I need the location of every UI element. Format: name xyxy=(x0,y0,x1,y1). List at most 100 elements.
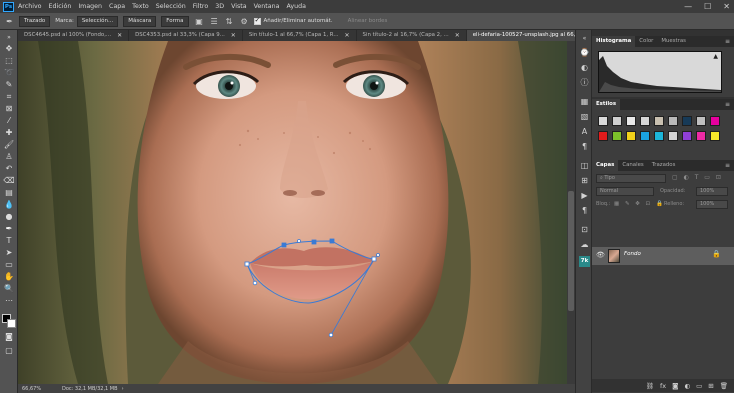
eraser-tool-icon[interactable]: ⌫ xyxy=(3,176,15,186)
type-tool-icon[interactable]: T xyxy=(3,236,15,246)
rectangle-tool-icon[interactable]: ▭ xyxy=(3,260,15,270)
menu-texto[interactable]: Texto xyxy=(132,3,149,10)
menu-imagen[interactable]: Imagen xyxy=(78,3,102,10)
visibility-eye-icon[interactable]: 👁 xyxy=(596,251,605,259)
style-swatch[interactable] xyxy=(682,116,692,126)
style-swatch[interactable] xyxy=(626,131,636,141)
paragraph-icon[interactable]: ¶ xyxy=(579,141,590,152)
menu-vista[interactable]: Vista xyxy=(231,3,247,10)
gear-icon[interactable]: ⚙ xyxy=(239,16,250,27)
close-icon[interactable]: ✕ xyxy=(345,30,350,41)
style-swatch[interactable] xyxy=(696,131,706,141)
style-swatch[interactable] xyxy=(626,116,636,126)
link-layers-icon[interactable]: ⛓ xyxy=(646,382,654,390)
tab-muestras[interactable]: Muestras xyxy=(657,36,690,47)
style-swatch[interactable] xyxy=(696,116,706,126)
new-group-icon[interactable]: ▭ xyxy=(696,382,702,390)
background-color-swatch[interactable] xyxy=(7,319,16,328)
info-icon[interactable]: ⓘ xyxy=(579,77,590,88)
path-selection-tool-icon[interactable]: ➤ xyxy=(3,248,15,258)
path-alignment-icon[interactable]: ☰ xyxy=(209,16,220,27)
tab-histograma[interactable]: Histograma xyxy=(592,36,636,47)
style-swatch[interactable] xyxy=(640,131,650,141)
add-mask-icon[interactable]: ◙ xyxy=(672,382,678,390)
layer-comps-icon[interactable]: ◫ xyxy=(579,160,590,171)
selection-button[interactable]: Selección... xyxy=(76,15,119,27)
tab-estilos[interactable]: Estilos xyxy=(592,99,621,110)
style-swatch[interactable] xyxy=(612,116,622,126)
close-icon[interactable]: ✕ xyxy=(231,30,236,41)
minimize-icon[interactable]: — xyxy=(684,2,692,11)
gradient-tool-icon[interactable]: ▤ xyxy=(3,188,15,198)
path-operations-icon[interactable]: ▣ xyxy=(194,16,205,27)
blur-tool-icon[interactable]: 💧 xyxy=(3,200,15,210)
tab-sin-titulo-1[interactable]: Sin título-1 al 66,7% (Capa 1, R... ✕ xyxy=(243,30,357,41)
layer-name[interactable]: Fondo xyxy=(624,251,641,257)
zoom-level[interactable]: 66,67% xyxy=(22,386,62,392)
path-arrangement-icon[interactable]: ⇅ xyxy=(224,16,235,27)
hand-tool-icon[interactable]: ✋ xyxy=(3,272,15,282)
style-swatch[interactable] xyxy=(598,116,608,126)
opacity-field[interactable]: 100% xyxy=(696,187,728,196)
move-tool-icon[interactable]: ✥ xyxy=(3,44,15,54)
clone-stamp-tool-icon[interactable]: ♙ xyxy=(3,152,15,162)
panel-menu-icon[interactable]: ≡ xyxy=(725,36,730,47)
trash-icon[interactable]: 🗑 xyxy=(720,382,728,390)
scroll-thumb[interactable] xyxy=(568,191,574,311)
zoom-tool-icon[interactable]: 🔍 xyxy=(3,284,15,294)
tab-dsc4353[interactable]: DSC4353.psd al 33,3% (Capa 9... ✕ xyxy=(129,30,243,41)
lasso-tool-icon[interactable]: ➰ xyxy=(3,68,15,78)
new-layer-icon[interactable]: ⊞ xyxy=(708,382,713,390)
auto-add-delete-checkbox[interactable] xyxy=(253,16,261,25)
frame-tool-icon[interactable]: ⊠ xyxy=(3,104,15,114)
layer-kind-filter[interactable]: ⌕ Tipo xyxy=(596,174,666,183)
collapse-icon[interactable]: « xyxy=(579,33,590,44)
menu-filtro[interactable]: Filtro xyxy=(193,3,208,10)
eyedropper-tool-icon[interactable]: ⁄ xyxy=(3,116,15,126)
style-swatch[interactable] xyxy=(668,116,678,126)
healing-brush-tool-icon[interactable]: ✚ xyxy=(3,128,15,138)
dodge-tool-icon[interactable]: ● xyxy=(3,212,15,222)
menu-ventana[interactable]: Ventana xyxy=(254,3,280,10)
style-swatch[interactable] xyxy=(612,131,622,141)
warning-icon[interactable]: ▲ xyxy=(713,53,718,60)
style-swatch[interactable] xyxy=(710,116,720,126)
style-swatch[interactable] xyxy=(654,116,664,126)
panel-menu-icon[interactable]: ≡ xyxy=(725,99,730,110)
brush-tool-icon[interactable]: 🖌 xyxy=(3,140,15,150)
fill-field[interactable]: 100% xyxy=(696,200,728,209)
brush-settings-icon[interactable]: ▦ xyxy=(579,96,590,107)
tab-sin-titulo-2[interactable]: Sin título-2 al 16,7% (Capa 2, ... ✕ xyxy=(357,30,467,41)
tab-eli-defaria[interactable]: eli-defaria-100527-unsplash.jpg al 66,7%… xyxy=(466,30,575,41)
tab-canales[interactable]: Canales xyxy=(618,160,647,171)
libraries-icon[interactable]: ☁ xyxy=(579,239,590,250)
crop-tool-icon[interactable]: ⌗ xyxy=(3,92,15,102)
style-swatch[interactable] xyxy=(654,131,664,141)
shape-button[interactable]: Forma xyxy=(161,15,189,27)
layer-style-icon[interactable]: fx xyxy=(660,382,666,390)
vertical-scrollbar[interactable] xyxy=(567,41,575,384)
marquee-tool-icon[interactable]: ⬚ xyxy=(3,56,15,66)
adjustment-layer-icon[interactable]: ◐ xyxy=(684,382,690,390)
style-swatch[interactable] xyxy=(682,131,692,141)
pen-tool-icon[interactable]: ✒ xyxy=(4,16,15,27)
close-icon[interactable]: ✕ xyxy=(117,30,122,41)
layer-row[interactable]: 👁 Fondo 🔒 xyxy=(592,247,734,265)
history-brush-tool-icon[interactable]: ↶ xyxy=(3,164,15,174)
properties-icon[interactable]: ⊡ xyxy=(579,224,590,235)
glyphs-icon[interactable]: ¶ xyxy=(579,205,590,216)
menu-capa[interactable]: Capa xyxy=(109,3,125,10)
menu-archivo[interactable]: Archivo xyxy=(18,3,42,10)
tab-trazados[interactable]: Trazados xyxy=(648,160,680,171)
style-swatch[interactable] xyxy=(598,131,608,141)
quick-mask-icon[interactable]: ◙ xyxy=(3,332,15,342)
swatches-icon[interactable]: ▧ xyxy=(579,111,590,122)
close-icon[interactable]: ✕ xyxy=(455,30,460,41)
tab-capas[interactable]: Capas xyxy=(592,160,619,171)
menu-edicion[interactable]: Edición xyxy=(49,3,72,10)
style-swatch[interactable] xyxy=(640,116,650,126)
more-tools-icon[interactable]: ⋯ xyxy=(3,296,15,306)
filter-icons[interactable]: ▢ ◐ T ▭ ⊡ xyxy=(672,174,723,181)
style-swatch[interactable] xyxy=(710,131,720,141)
screen-mode-icon[interactable]: ▢ xyxy=(3,346,15,356)
